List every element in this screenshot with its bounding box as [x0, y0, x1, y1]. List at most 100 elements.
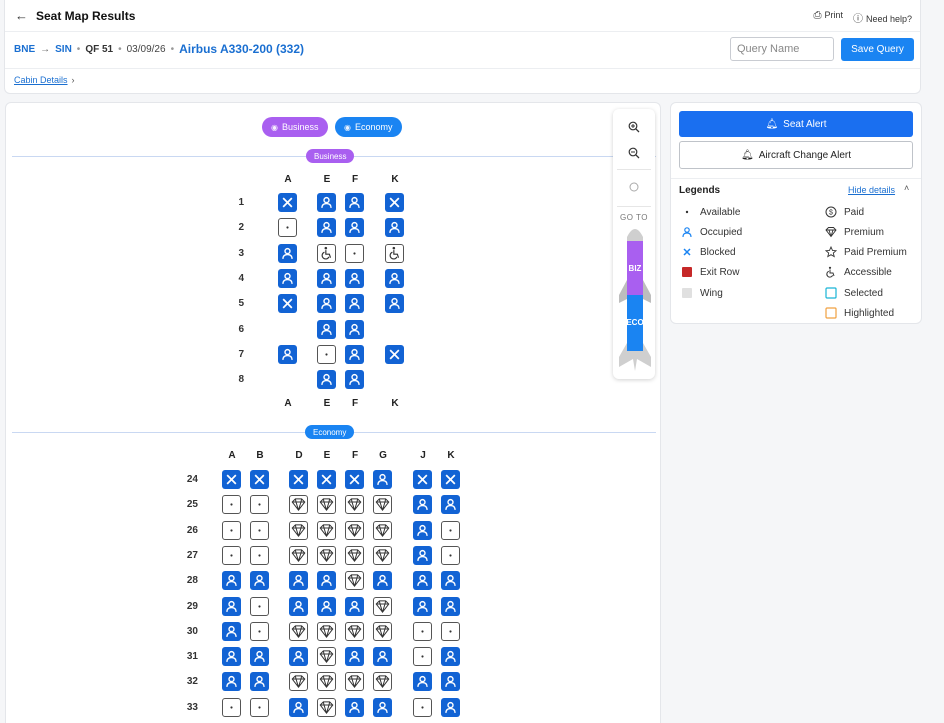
occupied-seat[interactable] [317, 319, 336, 339]
premium-seat[interactable] [317, 495, 336, 515]
premium-seat[interactable] [373, 672, 392, 692]
occupied-seat[interactable] [278, 344, 297, 364]
accessible-seat[interactable] [385, 243, 404, 263]
blocked-seat[interactable] [345, 470, 364, 489]
premium-seat[interactable] [289, 672, 308, 692]
blocked-seat[interactable] [317, 470, 336, 489]
occupied-seat[interactable] [441, 647, 460, 667]
occupied-seat[interactable] [441, 596, 460, 616]
occupied-seat[interactable] [345, 697, 364, 717]
available-seat[interactable] [441, 520, 460, 540]
blocked-seat[interactable] [250, 470, 269, 489]
occupied-seat[interactable] [441, 672, 460, 692]
occupied-seat[interactable] [385, 294, 404, 314]
occupied-seat[interactable] [317, 268, 336, 288]
query-name-input[interactable] [730, 37, 834, 61]
occupied-seat[interactable] [441, 495, 460, 515]
available-seat[interactable] [222, 495, 241, 515]
available-seat[interactable] [250, 545, 269, 565]
occupied-seat[interactable] [278, 243, 297, 263]
premium-seat[interactable] [345, 571, 364, 591]
hide-details-link[interactable]: Hide details [848, 185, 895, 195]
premium-seat[interactable] [373, 520, 392, 540]
available-seat[interactable] [222, 545, 241, 565]
occupied-seat[interactable] [317, 370, 336, 390]
blocked-seat[interactable] [278, 294, 297, 314]
available-seat[interactable] [441, 621, 460, 641]
occupied-seat[interactable] [413, 596, 432, 616]
available-seat[interactable] [345, 243, 364, 263]
occupied-seat[interactable] [222, 647, 241, 667]
aircraft-change-alert-button[interactable]: 🔔︎ Aircraft Change Alert [679, 141, 913, 169]
available-seat[interactable] [413, 697, 432, 717]
occupied-seat[interactable] [385, 268, 404, 288]
chevron-up-icon[interactable]: ˄ [904, 183, 909, 193]
premium-seat[interactable] [345, 495, 364, 515]
available-seat[interactable] [250, 596, 269, 616]
blocked-seat[interactable] [278, 193, 297, 212]
print-link[interactable]: ⎙ Print [813, 10, 843, 25]
occupied-seat[interactable] [345, 193, 364, 212]
occupied-seat[interactable] [373, 697, 392, 717]
blocked-seat[interactable] [441, 470, 460, 489]
reset-view-icon[interactable] [625, 178, 643, 196]
zoom-in-icon[interactable] [625, 118, 643, 136]
premium-seat[interactable] [289, 621, 308, 641]
occupied-seat[interactable] [317, 294, 336, 314]
occupied-seat[interactable] [317, 193, 336, 212]
premium-seat[interactable] [317, 621, 336, 641]
occupied-seat[interactable] [345, 218, 364, 238]
occupied-seat[interactable] [373, 470, 392, 489]
seat-alert-button[interactable]: 🔔︎ Seat Alert [679, 111, 913, 137]
available-seat[interactable] [317, 344, 336, 364]
occupied-seat[interactable] [413, 520, 432, 540]
occupied-seat[interactable] [317, 571, 336, 591]
occupied-seat[interactable] [373, 571, 392, 591]
premium-seat[interactable] [373, 495, 392, 515]
available-seat[interactable] [222, 520, 241, 540]
occupied-seat[interactable] [373, 647, 392, 667]
accessible-seat[interactable] [317, 243, 336, 263]
blocked-seat[interactable] [413, 470, 432, 489]
zoom-out-icon[interactable] [625, 144, 643, 162]
occupied-seat[interactable] [250, 672, 269, 692]
premium-seat[interactable] [289, 520, 308, 540]
premium-seat[interactable] [317, 545, 336, 565]
occupied-seat[interactable] [385, 218, 404, 238]
occupied-seat[interactable] [345, 647, 364, 667]
occupied-seat[interactable] [413, 545, 432, 565]
premium-seat[interactable] [345, 545, 364, 565]
premium-seat[interactable] [317, 520, 336, 540]
available-seat[interactable] [278, 218, 297, 238]
premium-seat[interactable] [345, 672, 364, 692]
occupied-seat[interactable] [345, 344, 364, 364]
blocked-seat[interactable] [222, 470, 241, 489]
available-seat[interactable] [413, 647, 432, 667]
help-link[interactable]: ⓘ Need help? [853, 10, 912, 25]
premium-seat[interactable] [373, 596, 392, 616]
available-seat[interactable] [250, 520, 269, 540]
occupied-seat[interactable] [222, 571, 241, 591]
occupied-seat[interactable] [413, 571, 432, 591]
occupied-seat[interactable] [289, 647, 308, 667]
occupied-seat[interactable] [317, 218, 336, 238]
blocked-seat[interactable] [385, 193, 404, 212]
occupied-seat[interactable] [413, 495, 432, 515]
premium-seat[interactable] [345, 520, 364, 540]
occupied-seat[interactable] [345, 319, 364, 339]
available-seat[interactable] [250, 697, 269, 717]
premium-seat[interactable] [289, 545, 308, 565]
occupied-seat[interactable] [222, 621, 241, 641]
available-seat[interactable] [441, 545, 460, 565]
occupied-seat[interactable] [250, 647, 269, 667]
available-seat[interactable] [222, 697, 241, 717]
blocked-seat[interactable] [385, 344, 404, 364]
premium-seat[interactable] [317, 672, 336, 692]
occupied-seat[interactable] [345, 268, 364, 288]
occupied-seat[interactable] [222, 672, 241, 692]
occupied-seat[interactable] [317, 596, 336, 616]
occupied-seat[interactable] [278, 268, 297, 288]
available-seat[interactable] [413, 621, 432, 641]
occupied-seat[interactable] [413, 672, 432, 692]
filter-business[interactable]: ◉ Business [262, 117, 328, 137]
